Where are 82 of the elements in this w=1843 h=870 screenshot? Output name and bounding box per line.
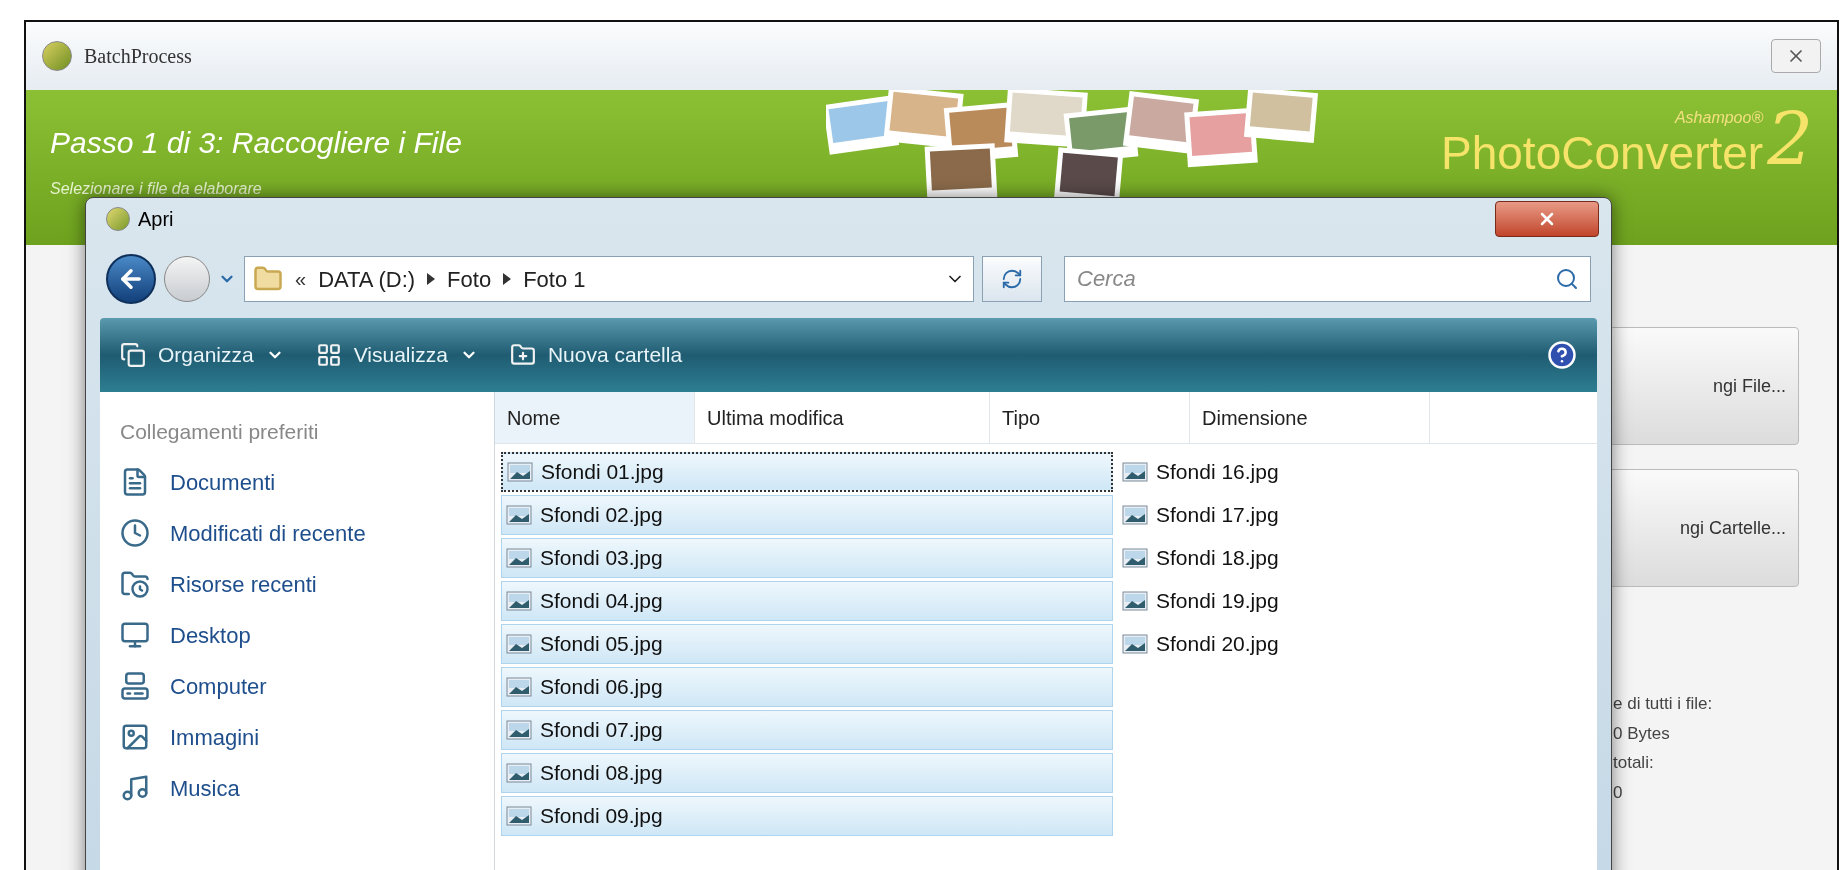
monitor-icon bbox=[120, 620, 150, 650]
breadcrumb-item[interactable]: Foto bbox=[447, 262, 492, 296]
file-item[interactable]: Sfondi 07.jpg bbox=[501, 710, 1113, 750]
image-file-icon bbox=[506, 591, 532, 611]
image-file-icon bbox=[1122, 548, 1148, 568]
search-icon bbox=[1555, 267, 1579, 291]
file-item[interactable]: Sfondi 05.jpg bbox=[501, 624, 1113, 664]
copy-icon bbox=[120, 342, 146, 368]
favorite-link[interactable]: Desktop bbox=[120, 618, 494, 652]
file-item[interactable]: Sfondi 01.jpg bbox=[501, 452, 1113, 492]
back-button[interactable] bbox=[106, 254, 156, 304]
step-subtitle: Selezionare i file da elaborare bbox=[50, 179, 263, 199]
favorite-link[interactable]: Documenti bbox=[120, 465, 494, 499]
favorite-link[interactable]: Modificati di recente bbox=[120, 516, 494, 550]
breadcrumb-arrow-icon bbox=[427, 273, 436, 285]
address-bar[interactable]: « DATA (D:) Foto Foto 1 bbox=[244, 256, 974, 302]
file-item[interactable]: Sfondi 03.jpg bbox=[501, 538, 1113, 578]
side-panel-text: totali: bbox=[1613, 752, 1655, 774]
favorites-heading: Collegamenti preferiti bbox=[120, 419, 320, 445]
image-file-icon bbox=[506, 505, 532, 525]
favorite-link[interactable]: Immagini bbox=[120, 720, 494, 754]
toolbar-button[interactable]: Organizza bbox=[120, 339, 284, 371]
file-item[interactable]: Sfondi 16.jpg bbox=[1117, 452, 1357, 492]
image-file-icon bbox=[506, 806, 532, 826]
toolbar-button[interactable]: Nuova cartella bbox=[509, 339, 683, 371]
file-item[interactable]: Sfondi 06.jpg bbox=[501, 667, 1113, 707]
toolbar-button[interactable]: Visualizza bbox=[315, 339, 478, 371]
side-panel-text: 0 bbox=[1613, 781, 1624, 804]
brand-version: 2 bbox=[1767, 104, 1813, 176]
file-item[interactable]: Sfondi 18.jpg bbox=[1117, 538, 1357, 578]
image-file-icon bbox=[507, 462, 533, 482]
file-item[interactable]: Sfondi 19.jpg bbox=[1117, 581, 1357, 621]
clock-icon bbox=[120, 518, 150, 548]
file-item[interactable]: Sfondi 02.jpg bbox=[501, 495, 1113, 535]
image-file-icon bbox=[1122, 462, 1148, 482]
side-panel-text: 0 Bytes bbox=[1613, 722, 1671, 745]
side-panel-button[interactable]: ngi Cartelle... bbox=[1609, 469, 1799, 587]
window-title: BatchProcess bbox=[84, 44, 192, 69]
computer-icon bbox=[120, 671, 150, 701]
folder-clock-icon bbox=[120, 569, 150, 599]
help-icon[interactable] bbox=[1547, 340, 1577, 370]
image-file-icon bbox=[1122, 505, 1148, 525]
image-file-icon bbox=[506, 634, 532, 654]
breadcrumb-item[interactable]: Foto 1 bbox=[523, 262, 586, 296]
file-item[interactable]: Sfondi 04.jpg bbox=[501, 581, 1113, 621]
close-button[interactable] bbox=[1495, 201, 1599, 237]
search-field[interactable]: Cerca bbox=[1064, 256, 1591, 302]
file-item[interactable]: Sfondi 08.jpg bbox=[501, 753, 1113, 793]
image-file-icon bbox=[506, 763, 532, 783]
file-item[interactable]: Sfondi 09.jpg bbox=[501, 796, 1113, 836]
dialog-logo-icon bbox=[106, 207, 130, 231]
image-file-icon bbox=[506, 548, 532, 568]
brand-name: PhotoConverter bbox=[1441, 130, 1764, 176]
dialog-title: Apri bbox=[138, 207, 174, 232]
image-file-icon bbox=[1122, 591, 1148, 611]
favorite-link[interactable]: Computer bbox=[120, 669, 494, 703]
column-header[interactable]: Nome bbox=[495, 392, 695, 443]
music-icon bbox=[120, 773, 150, 803]
image-file-icon bbox=[506, 677, 532, 697]
file-item[interactable]: Sfondi 17.jpg bbox=[1117, 495, 1357, 535]
favorite-link[interactable]: Risorse recenti bbox=[120, 567, 494, 601]
app-logo-icon bbox=[42, 41, 72, 71]
image-file-icon bbox=[506, 720, 532, 740]
column-header[interactable]: Tipo bbox=[990, 392, 1190, 443]
column-header[interactable]: Dimensione bbox=[1190, 392, 1430, 443]
image-icon bbox=[120, 722, 150, 752]
breadcrumb-item[interactable]: DATA (D:) bbox=[318, 262, 416, 296]
favorite-link[interactable]: Musica bbox=[120, 771, 494, 805]
path-overflow: « bbox=[295, 267, 307, 292]
folder-plus-icon bbox=[509, 342, 536, 368]
image-file-icon bbox=[1122, 634, 1148, 654]
refresh-button[interactable] bbox=[982, 256, 1042, 302]
side-panel-text: e di tutti i file: bbox=[1613, 693, 1714, 715]
close-button[interactable] bbox=[1771, 39, 1821, 73]
refresh-icon bbox=[1001, 268, 1023, 290]
brand-vendor: Ashampoo® bbox=[1674, 108, 1764, 128]
grid-icon bbox=[315, 342, 342, 368]
breadcrumb-arrow-icon bbox=[503, 273, 512, 285]
file-item[interactable]: Sfondi 20.jpg bbox=[1117, 624, 1357, 664]
column-header[interactable]: Ultima modifica bbox=[695, 392, 990, 443]
step-title: Passo 1 di 3: Raccogliere i File bbox=[50, 125, 462, 161]
side-panel-button[interactable]: ngi File... bbox=[1609, 327, 1799, 445]
